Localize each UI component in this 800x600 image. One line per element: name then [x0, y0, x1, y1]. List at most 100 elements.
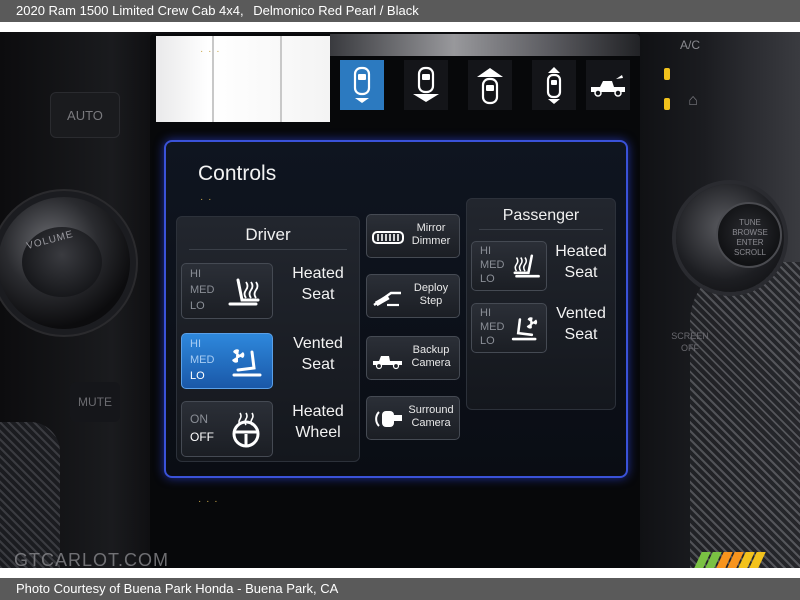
auto-climate-button[interactable]: AUTO	[50, 92, 120, 138]
brand-stripes	[694, 552, 774, 568]
car-raise-icon	[477, 68, 503, 105]
level-lo: LO	[190, 370, 205, 382]
heated-seat-icon	[513, 254, 540, 278]
label-line: Seat	[564, 264, 598, 281]
vented-seat-icon	[511, 317, 538, 341]
label-line: Heated	[555, 243, 607, 260]
caption-bottom: Photo Courtesy of Buena Park Honda - Bue…	[0, 578, 800, 600]
page: 2020 Ram 1500 Limited Crew Cab 4x4, Delm…	[0, 0, 800, 600]
right-dashboard: A/C ⌂ TUNE BROWSE ENTER SCROLL SCREEN OF…	[640, 32, 800, 568]
level-med: MED	[480, 259, 505, 271]
heated-wheel-icon	[232, 412, 260, 448]
backup-camera-icon	[373, 356, 402, 370]
passenger-title: Passenger	[502, 207, 580, 224]
label-line: Seat	[301, 286, 335, 303]
indicator-light	[664, 68, 670, 80]
backup-camera-button[interactable]: Backup Camera	[366, 336, 460, 380]
seat-mesh-left	[0, 422, 60, 568]
label-line: Vented	[293, 335, 343, 352]
ac-button[interactable]: A/C	[670, 38, 710, 60]
tab-car-lower[interactable]	[404, 60, 448, 110]
level-on: ON	[190, 412, 208, 426]
seat-mesh-right	[690, 262, 800, 568]
level-hi: HI	[190, 268, 201, 280]
driver-vented-seat-label: Vented Seat	[279, 333, 357, 375]
suspension-tabs	[340, 60, 630, 112]
mirror-dimmer-label: Mirror Dimmer	[403, 222, 459, 248]
caption-vehicle: 2020 Ram 1500 Limited Crew Cab 4x4,	[16, 3, 244, 18]
level-med: MED	[190, 354, 215, 366]
dots: · ·	[200, 194, 213, 205]
tune-browse-knob[interactable]: TUNE BROWSE ENTER SCROLL	[676, 184, 784, 292]
label-line: Vented	[556, 305, 606, 322]
surround-camera-button[interactable]: Surround Camera	[366, 396, 460, 440]
level-med: MED	[480, 321, 505, 333]
left-dashboard: AUTO VOLUME MUTE	[0, 32, 160, 568]
deploy-step-icon	[373, 291, 401, 307]
heated-wheel-label: Heated Wheel	[279, 401, 357, 443]
dots: · · ·	[198, 496, 219, 507]
screen-off-button[interactable]: SCREEN OFF	[660, 330, 720, 364]
driver-vented-seat-button[interactable]: HI MED LO	[181, 333, 273, 389]
car-top-down-icon	[353, 66, 371, 103]
level-lo: LO	[480, 273, 495, 285]
passenger-heated-seat-label: Heated Seat	[547, 241, 615, 283]
surround-camera-label: Surround Camera	[403, 404, 459, 430]
level-hi: HI	[480, 307, 491, 319]
label-line: Camera	[411, 417, 451, 429]
controls-panel: Controls · · Driver HI MED LO Heated Sea…	[164, 140, 628, 478]
label-line: Mirror	[416, 222, 446, 234]
divider	[479, 229, 603, 230]
driver-title: Driver	[245, 225, 291, 244]
tab-car-raise[interactable]	[468, 60, 512, 110]
label-line: Wheel	[295, 424, 341, 441]
caption-color: Delmonico Red Pearl / Black	[253, 3, 419, 18]
label-line: Seat	[301, 356, 335, 373]
panel-title: Controls	[198, 162, 277, 185]
screen-off-line1: SCREEN	[671, 331, 709, 341]
watermark-logo: GTCARLOT.COM	[14, 550, 170, 568]
label-line: Surround	[408, 404, 454, 416]
deploy-step-button[interactable]: Deploy Step	[366, 274, 460, 318]
caption-top: 2020 Ram 1500 Limited Crew Cab 4x4, Delm…	[0, 0, 800, 22]
knob-line-scroll: SCROLL	[733, 248, 766, 257]
white-band-top	[0, 22, 800, 32]
mirror-dimmer-icon	[372, 231, 404, 244]
backup-camera-label: Backup Camera	[403, 344, 459, 370]
label-line: Dimmer	[411, 235, 451, 247]
screen-off-line2: OFF	[681, 343, 699, 353]
vented-seat-icon	[232, 349, 262, 377]
mirror-dimmer-button[interactable]: Mirror Dimmer	[366, 214, 460, 258]
label-line: Step	[419, 295, 443, 307]
surround-camera-icon	[375, 411, 402, 427]
label-line: Camera	[411, 357, 451, 369]
level-lo: LO	[480, 335, 495, 347]
knob-line-browse: BROWSE	[732, 228, 768, 237]
driver-heated-seat-label: Heated Seat	[279, 263, 357, 305]
tab-car-raise-lower[interactable]	[532, 60, 576, 110]
tab-truck-side[interactable]	[586, 60, 630, 110]
recirculate-icon[interactable]: ⌂	[670, 92, 716, 122]
infotainment-screen: · · · Controls · · Driver HI MED LO Heat…	[150, 34, 640, 568]
label-line: Heated	[292, 403, 344, 420]
camera-view: · · ·	[156, 36, 330, 122]
knob-text: TUNE BROWSE ENTER SCROLL	[728, 218, 772, 258]
heated-seat-icon	[228, 278, 260, 306]
driver-column: Driver HI MED LO Heated Seat HI MED LO V…	[176, 216, 360, 462]
label-line: Backup	[412, 344, 450, 356]
label-line: Seat	[564, 326, 598, 343]
guide-line	[280, 36, 282, 122]
deploy-step-label: Deploy Step	[403, 282, 459, 308]
white-band-bottom	[0, 568, 800, 578]
car-raise-lower-icon	[546, 67, 562, 104]
driver-heated-seat-button[interactable]: HI MED LO	[181, 263, 273, 319]
heated-wheel-button[interactable]: ON OFF	[181, 401, 273, 457]
tab-car-top-down[interactable]	[340, 60, 384, 110]
level-med: MED	[190, 284, 215, 296]
volume-knob[interactable]: VOLUME	[0, 197, 130, 329]
passenger-vented-seat-button[interactable]: HI MED LO	[471, 303, 547, 353]
mute-button[interactable]: MUTE	[70, 382, 120, 422]
camera-strip	[330, 34, 640, 56]
passenger-column: Passenger HI MED LO Heated Seat HI MED L…	[466, 198, 616, 410]
passenger-heated-seat-button[interactable]: HI MED LO	[471, 241, 547, 291]
